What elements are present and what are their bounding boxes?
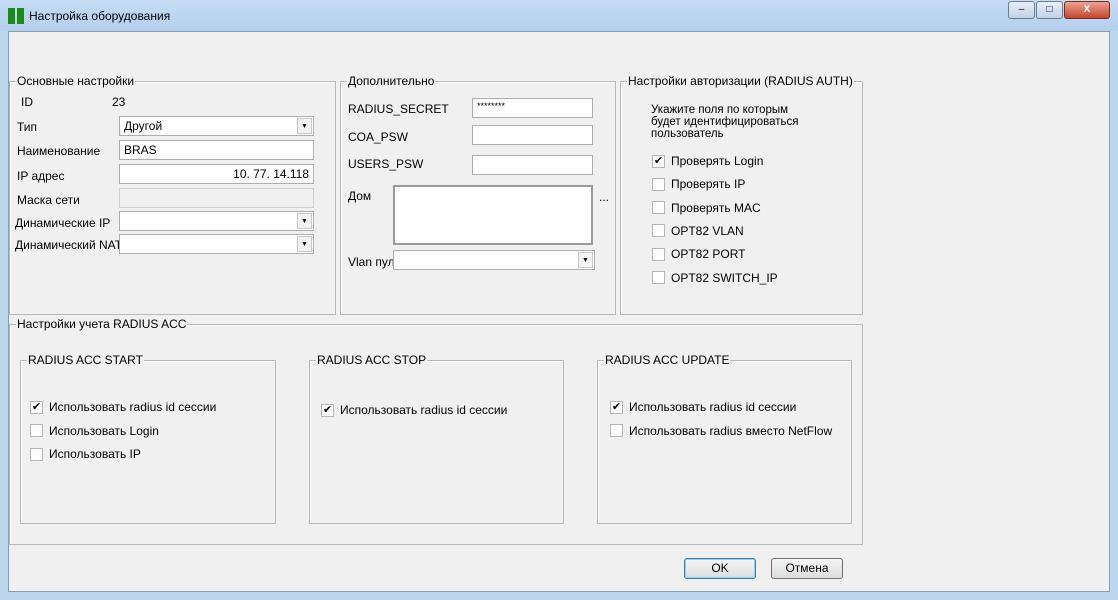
vlan-label: Vlan пул	[348, 255, 395, 269]
checkbox-icon[interactable]	[652, 177, 665, 191]
group-title: Настройки авторизации (RADIUS AUTH)	[627, 74, 854, 88]
mask-label: Маска сети	[17, 193, 80, 207]
house-textarea[interactable]	[393, 185, 593, 245]
checkbox-icon[interactable]	[30, 447, 43, 461]
coa-label: COA_PSW	[348, 130, 409, 144]
mask-input[interactable]	[119, 188, 314, 208]
chevron-down-icon[interactable]: ▼	[297, 118, 312, 134]
acc-update-group: RADIUS ACC UPDATE	[597, 353, 852, 524]
acc-update-checkbox[interactable]: ✔ Использовать radius id сессии	[610, 400, 796, 414]
checkbox-label: Проверять MAC	[671, 200, 761, 215]
acc-update-checkbox[interactable]: Использовать radius вместо NetFlow	[610, 424, 832, 438]
radius-secret-input[interactable]: ********	[472, 98, 593, 118]
acc-stop-checkbox[interactable]: ✔ Использовать radius id сессии	[321, 403, 507, 417]
acc-start-checkbox[interactable]: Использовать IP	[30, 447, 141, 461]
house-more-button[interactable]: ...	[599, 190, 609, 204]
users-psw-label: USERS_PSW	[348, 157, 424, 171]
checkbox-label: OPT82 VLAN	[671, 223, 744, 238]
window-title: Настройка оборудования	[29, 9, 171, 23]
app-icon	[8, 8, 24, 24]
acc-start-checkbox[interactable]: ✔ Использовать radius id сессии	[30, 400, 216, 414]
chevron-down-icon[interactable]: ▼	[297, 236, 312, 252]
title-bar[interactable]: Настройка оборудования – □ X	[0, 0, 1118, 31]
checkbox-label: Использовать Login	[49, 423, 159, 438]
checkbox-icon[interactable]	[30, 424, 43, 437]
auth-option-checkbox[interactable]: ✔ Проверять Login	[652, 154, 763, 168]
chevron-down-icon[interactable]: ▼	[578, 252, 593, 268]
name-label: Наименование	[17, 144, 101, 158]
auth-option-checkbox[interactable]: Проверять MAC	[652, 201, 761, 215]
checkbox-label: Проверять IP	[671, 177, 746, 192]
checkbox-icon[interactable]	[652, 224, 665, 238]
checkbox-icon[interactable]	[610, 424, 623, 437]
acc-start-group: RADIUS ACC START	[20, 353, 276, 524]
checkbox-label: Проверять Login	[671, 154, 764, 168]
checkbox-label: OPT82 SWITCH_IP	[671, 270, 778, 285]
radius-secret-label: RADIUS_SECRET	[348, 102, 449, 116]
group-title: RADIUS ACC START	[27, 353, 144, 367]
checkbox-icon[interactable]	[652, 201, 665, 215]
id-label: ID	[21, 95, 33, 109]
checkbox-checked-icon[interactable]: ✔	[30, 400, 43, 414]
cancel-button[interactable]: Отмена	[771, 558, 843, 579]
house-label: Дом	[348, 189, 372, 203]
checkbox-checked-icon[interactable]: ✔	[321, 403, 334, 417]
id-value: 23	[112, 95, 126, 109]
auth-option-checkbox[interactable]: Проверять IP	[652, 177, 745, 191]
auth-option-checkbox[interactable]: OPT82 VLAN	[652, 224, 744, 238]
type-value: Другой	[124, 119, 163, 133]
group-title: RADIUS ACC UPDATE	[604, 353, 731, 367]
auth-hint: Укажите поля по которым будет идентифици…	[651, 104, 799, 140]
close-button[interactable]: X	[1064, 1, 1110, 19]
checkbox-icon[interactable]	[652, 271, 665, 284]
minimize-button[interactable]: –	[1008, 1, 1035, 19]
acc-stop-group: RADIUS ACC STOP	[309, 353, 564, 524]
dyn-ip-select[interactable]: ▼	[119, 211, 314, 231]
group-title: Настройки учета RADIUS ACC	[16, 317, 188, 331]
auth-option-checkbox[interactable]: OPT82 PORT	[652, 247, 745, 261]
dyn-nat-select[interactable]: ▼	[119, 234, 314, 254]
coa-input[interactable]	[472, 125, 593, 145]
chevron-down-icon[interactable]: ▼	[297, 213, 312, 229]
checkbox-checked-icon[interactable]: ✔	[610, 400, 623, 414]
maximize-button[interactable]: □	[1036, 1, 1063, 19]
ok-button[interactable]: OK	[684, 558, 756, 579]
checkbox-icon[interactable]	[652, 247, 665, 261]
acc-start-checkbox[interactable]: Использовать Login	[30, 424, 159, 438]
ip-label: IP адрес	[17, 169, 65, 183]
vlan-select[interactable]: ▼	[393, 250, 595, 270]
group-title: Дополнительно	[347, 74, 436, 88]
dyn-nat-label: Динамический NAT	[15, 238, 123, 252]
checkbox-label: OPT82 PORT	[671, 247, 746, 262]
name-input[interactable]: BRAS	[119, 140, 314, 160]
ip-input[interactable]: 10. 77. 14.118	[119, 164, 314, 184]
type-select[interactable]: Другой ▼	[119, 116, 314, 136]
checkbox-label: Использовать radius вместо NetFlow	[629, 423, 833, 438]
group-title: Основные настройки	[16, 74, 136, 88]
checkbox-label: Использовать radius id сессии	[629, 400, 797, 414]
checkbox-label: Использовать radius id сессии	[340, 403, 508, 417]
auth-option-checkbox[interactable]: OPT82 SWITCH_IP	[652, 271, 778, 285]
type-label: Тип	[17, 120, 38, 134]
checkbox-checked-icon[interactable]: ✔	[652, 154, 665, 168]
users-psw-input[interactable]	[472, 155, 593, 175]
checkbox-label: Использовать radius id сессии	[49, 400, 217, 414]
checkbox-label: Использовать IP	[49, 447, 141, 461]
group-title: RADIUS ACC STOP	[316, 353, 428, 367]
dyn-ip-label: Динамические IP	[15, 216, 111, 230]
